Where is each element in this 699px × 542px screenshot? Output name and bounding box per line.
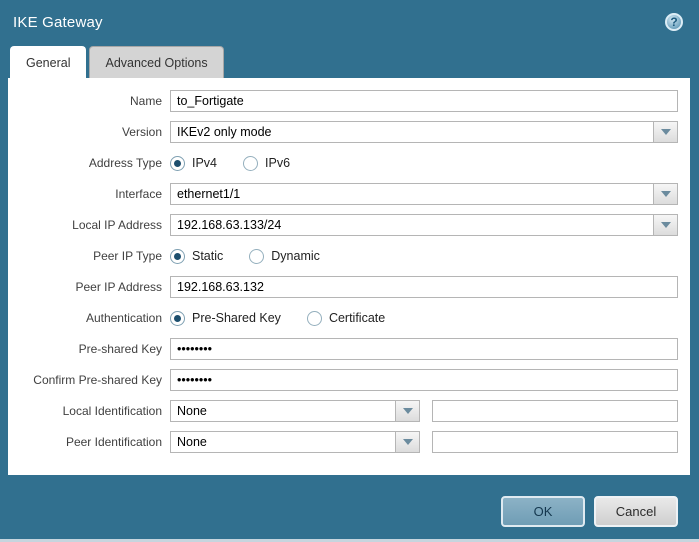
local-ip-label: Local IP Address: [72, 218, 162, 232]
version-label: Version: [121, 125, 162, 139]
local-ip-select-value: 192.168.63.133/24: [177, 218, 282, 232]
name-row: Name: [8, 90, 684, 112]
local-identification-value-input[interactable]: [432, 400, 678, 422]
address-type-option-ipv4[interactable]: IPv4: [170, 155, 218, 171]
interface-label: Interface: [115, 187, 162, 201]
peer-ip-input[interactable]: [170, 276, 678, 298]
peer-ip-type-row: Peer IP Type Static Dynamic: [8, 245, 684, 267]
peer-identification-value-input[interactable]: [432, 431, 678, 453]
authentication-row: Authentication Pre-Shared Key Certificat…: [8, 307, 684, 329]
radio-static-label: Static: [192, 249, 224, 263]
local-ip-dropdown-trigger[interactable]: [653, 215, 677, 235]
address-type-label: Address Type: [88, 156, 162, 170]
address-type-option-ipv6[interactable]: IPv6: [243, 155, 291, 171]
peer-identification-select-value: None: [177, 435, 207, 449]
dialog-titlebar: IKE Gateway ?: [0, 0, 699, 44]
interface-row: Interface ethernet1/1: [8, 183, 684, 205]
peer-ip-row: Peer IP Address: [8, 276, 684, 298]
radio-certificate-icon[interactable]: [306, 310, 322, 326]
tab-bar: General Advanced Options: [0, 44, 699, 78]
version-row: Version IKEv2 only mode: [8, 121, 684, 143]
cancel-button[interactable]: Cancel: [594, 496, 678, 527]
tab-general[interactable]: General: [10, 46, 87, 78]
chevron-down-icon: [660, 191, 671, 197]
version-dropdown-trigger[interactable]: [653, 122, 677, 142]
preshared-key-input[interactable]: [170, 338, 678, 360]
local-ip-row: Local IP Address 192.168.63.133/24: [8, 214, 684, 236]
authentication-label: Authentication: [85, 311, 162, 325]
tab-advanced-options[interactable]: Advanced Options: [89, 46, 224, 78]
name-input[interactable]: [170, 90, 678, 112]
local-identification-select-value: None: [177, 404, 207, 418]
radio-psk-label: Pre-Shared Key: [192, 311, 281, 325]
interface-select[interactable]: ethernet1/1: [170, 183, 678, 205]
preshared-key-row: Pre-shared Key: [8, 338, 684, 360]
confirm-preshared-key-label: Confirm Pre-shared Key: [33, 373, 162, 387]
radio-certificate-label: Certificate: [328, 311, 386, 325]
radio-ipv4-icon[interactable]: [170, 155, 185, 171]
local-identification-label: Local Identification: [62, 404, 162, 418]
peer-identification-select[interactable]: None: [170, 431, 420, 453]
radio-psk-icon[interactable]: [170, 310, 185, 326]
confirm-preshared-key-row: Confirm Pre-shared Key: [8, 369, 684, 391]
version-select-value: IKEv2 only mode: [177, 125, 272, 139]
local-identification-row: Local Identification None: [8, 400, 684, 422]
peer-identification-row: Peer Identification None: [8, 431, 684, 453]
radio-ipv6-label: IPv6: [265, 156, 291, 170]
tab-advanced-options-label: Advanced Options: [105, 55, 208, 70]
radio-ipv4-label: IPv4: [192, 156, 218, 170]
authentication-option-certificate[interactable]: Certificate: [306, 310, 386, 326]
local-identification-dropdown-trigger[interactable]: [395, 401, 419, 421]
authentication-option-psk[interactable]: Pre-Shared Key: [170, 310, 281, 326]
help-icon[interactable]: ?: [665, 13, 683, 31]
dialog-title: IKE Gateway: [13, 13, 103, 31]
peer-identification-dropdown-trigger[interactable]: [395, 432, 419, 452]
interface-select-value: ethernet1/1: [177, 187, 241, 201]
name-label: Name: [129, 94, 162, 108]
local-identification-select[interactable]: None: [170, 400, 420, 422]
chevron-down-icon: [660, 222, 671, 228]
peer-ip-type-option-static[interactable]: Static: [170, 248, 224, 264]
radio-ipv6-icon[interactable]: [243, 155, 259, 171]
radio-dynamic-icon[interactable]: [249, 248, 265, 264]
chevron-down-icon: [660, 129, 671, 135]
local-ip-select[interactable]: 192.168.63.133/24: [170, 214, 678, 236]
dialog-footer: OK Cancel: [501, 496, 678, 527]
radio-static-icon[interactable]: [170, 248, 185, 264]
peer-ip-type-option-dynamic[interactable]: Dynamic: [249, 248, 320, 264]
peer-ip-type-label: Peer IP Type: [93, 249, 162, 263]
interface-dropdown-trigger[interactable]: [653, 184, 677, 204]
confirm-preshared-key-input[interactable]: [170, 369, 678, 391]
general-tab-panel: Name Version IKEv2 only mode Address Typ…: [8, 78, 690, 475]
peer-identification-label: Peer Identification: [65, 435, 162, 449]
preshared-key-label: Pre-shared Key: [78, 342, 162, 356]
tab-general-label: General: [26, 55, 71, 70]
chevron-down-icon: [402, 439, 413, 445]
peer-ip-label: Peer IP Address: [75, 280, 163, 294]
ok-button[interactable]: OK: [501, 496, 585, 527]
address-type-row: Address Type IPv4 IPv6: [8, 152, 684, 174]
chevron-down-icon: [402, 408, 413, 414]
version-select[interactable]: IKEv2 only mode: [170, 121, 678, 143]
radio-dynamic-label: Dynamic: [271, 249, 320, 263]
